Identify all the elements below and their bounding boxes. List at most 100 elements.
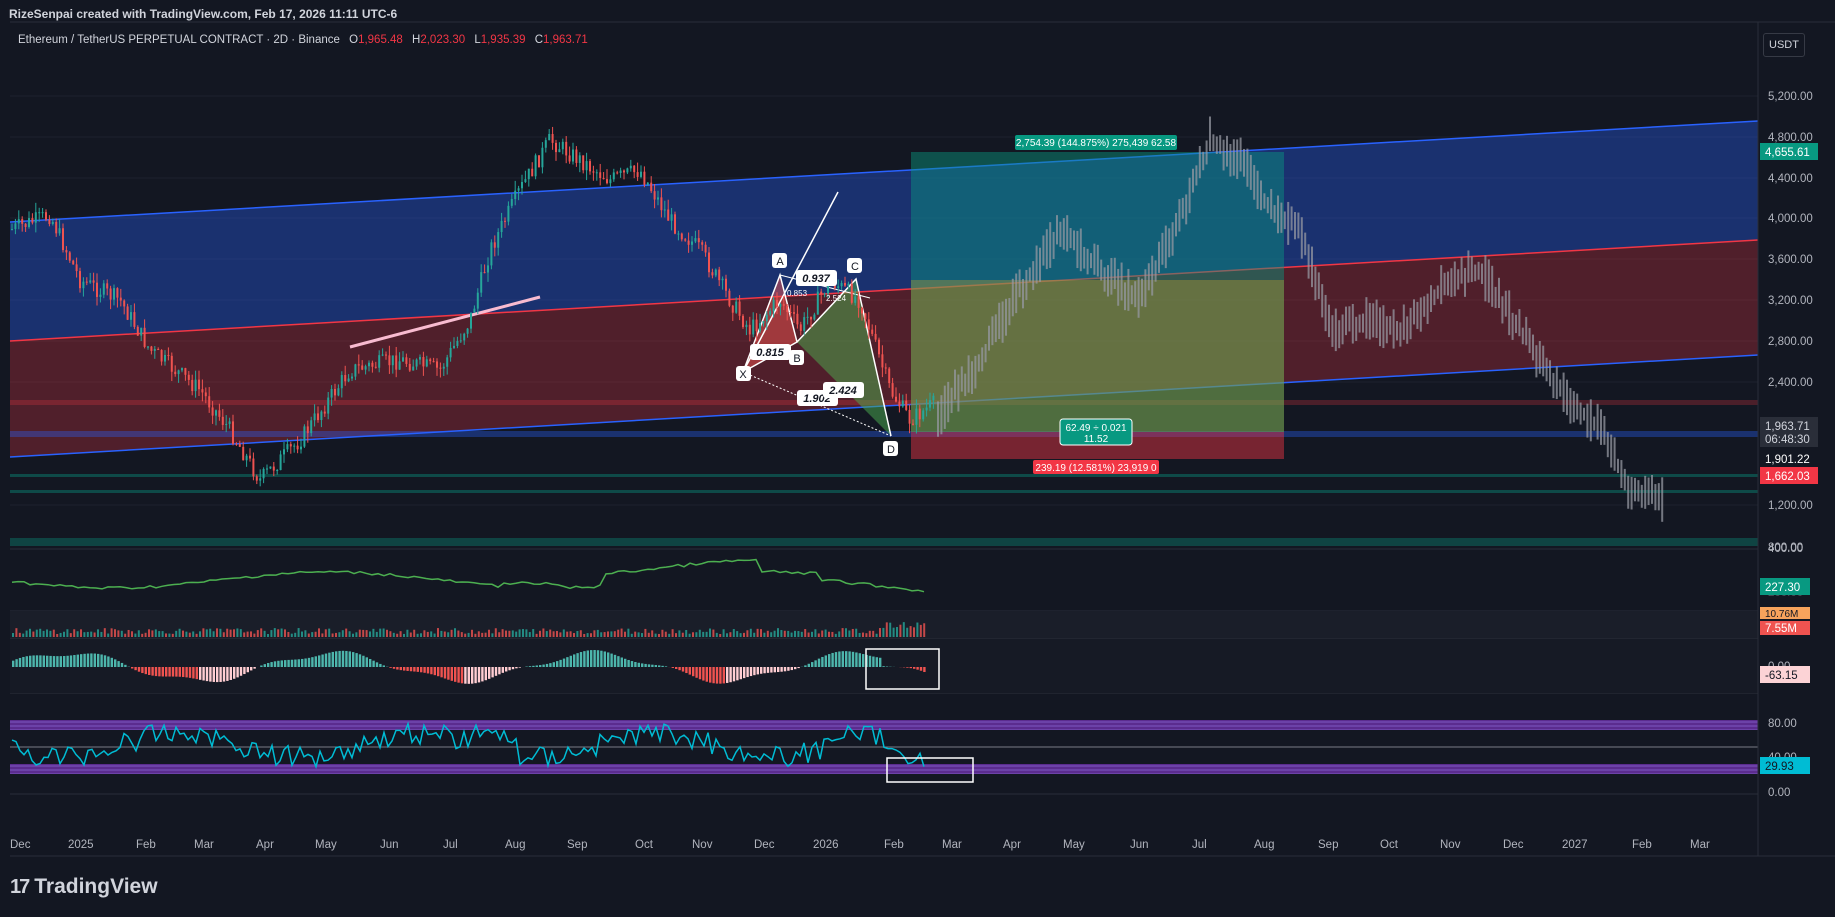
candle-body xyxy=(238,443,241,447)
volume-bar xyxy=(420,633,422,637)
candle-body xyxy=(323,411,326,414)
candle-body xyxy=(201,389,204,393)
volume-bar xyxy=(294,632,297,637)
svg-text:80.00: 80.00 xyxy=(1768,718,1797,730)
candle-body xyxy=(881,354,884,368)
candle-body xyxy=(483,272,486,274)
macd-bar xyxy=(678,667,681,671)
macd-bar xyxy=(358,654,362,667)
volume-bar xyxy=(763,632,766,637)
candle-body xyxy=(398,361,401,370)
chart-canvas[interactable]: 5,200.00 4,800.00 4,400.00 4,000.00 3,600.00… xyxy=(0,0,1835,917)
candle-body xyxy=(568,155,571,162)
time-axis-label: Sep xyxy=(1318,839,1338,851)
volume-bar xyxy=(522,629,524,637)
volume-bar xyxy=(596,629,599,637)
candle-body xyxy=(11,229,13,231)
candle-body xyxy=(901,400,904,407)
macd-bar xyxy=(749,667,753,677)
macd-bar xyxy=(501,667,504,673)
volume-bar xyxy=(307,633,310,637)
candle-body xyxy=(514,190,517,200)
candle-body xyxy=(602,177,605,180)
candle-body xyxy=(759,323,761,332)
macd-bar xyxy=(107,656,110,667)
macd-bar xyxy=(144,667,147,675)
macd-bar xyxy=(804,665,807,667)
volume-bar xyxy=(188,632,191,637)
open-value: 1,965.48 xyxy=(358,34,403,46)
volume-bar xyxy=(698,629,701,637)
volume-bar xyxy=(692,632,694,637)
macd-bar xyxy=(165,667,168,677)
candle-body xyxy=(160,350,163,362)
volume-bar xyxy=(919,624,922,637)
volume-bar xyxy=(753,632,756,637)
volume-bar xyxy=(195,633,198,637)
volume-bar xyxy=(834,633,837,637)
brand-name: TradingView xyxy=(34,875,158,898)
candle-body xyxy=(21,219,24,224)
candle-body xyxy=(650,182,653,192)
volume-bar xyxy=(18,632,21,637)
volume-bar xyxy=(42,630,45,637)
macd-bar xyxy=(848,651,851,667)
currency-selector-button[interactable]: USDT xyxy=(1763,33,1805,57)
macd-bar xyxy=(498,667,501,675)
macd-bar xyxy=(685,667,688,674)
macd-bar xyxy=(46,655,49,667)
ma-pane xyxy=(10,549,1758,611)
time-axis-label: Aug xyxy=(505,839,525,851)
volume-bar xyxy=(124,633,127,637)
svg-text:D: D xyxy=(887,444,895,456)
high-value: 2,023.30 xyxy=(420,34,466,46)
macd-bar xyxy=(178,667,181,677)
candle-body xyxy=(572,149,574,162)
candle-body xyxy=(470,312,472,329)
time-axis-label: May xyxy=(315,839,337,851)
volume-bar xyxy=(246,631,249,637)
symbol-legend[interactable]: Ethereum / TetherUS PERPETUAL CONTRACT ·… xyxy=(18,34,588,46)
volume-bar xyxy=(600,632,603,637)
volume-bar xyxy=(443,631,446,637)
volume-bar xyxy=(590,633,592,637)
macd-bar xyxy=(875,657,878,667)
volume-bar xyxy=(15,628,18,637)
macd-bar xyxy=(634,661,637,667)
macd-bar xyxy=(607,652,610,667)
macd-bar xyxy=(460,667,464,684)
svg-text:2.424: 2.424 xyxy=(828,385,857,397)
volume-bar xyxy=(457,630,460,637)
volume-bar xyxy=(437,628,439,637)
macd-bar xyxy=(440,667,443,678)
candle-body xyxy=(640,171,642,177)
volume-bar xyxy=(256,630,259,637)
volume-bar xyxy=(250,631,252,637)
macd-bar xyxy=(593,650,596,667)
volume-bar xyxy=(120,630,123,637)
volume-bar xyxy=(454,628,456,637)
volume-bar xyxy=(671,629,674,637)
candle-body xyxy=(293,445,296,447)
candle-body xyxy=(439,367,442,369)
volume-bar xyxy=(83,632,86,637)
svg-text:4,655.61: 4,655.61 xyxy=(1765,147,1810,159)
svg-text:10.76M: 10.76M xyxy=(1765,609,1798,620)
volume-bar xyxy=(212,631,215,637)
candle-body xyxy=(48,219,51,224)
candle-body xyxy=(589,161,591,172)
volume-bar xyxy=(297,628,300,637)
candle-body xyxy=(871,329,874,334)
macd-bar xyxy=(552,662,555,667)
volume-bar xyxy=(760,629,762,637)
candle-body xyxy=(96,282,98,297)
macd-bar xyxy=(736,667,739,681)
macd-bar xyxy=(307,657,311,667)
macd-bar xyxy=(413,667,416,672)
tradingview-logo[interactable]: 17 TradingView xyxy=(10,875,158,899)
macd-bar xyxy=(824,655,827,667)
macd-bar xyxy=(134,667,137,671)
volume-bar xyxy=(491,633,494,637)
candle-body xyxy=(799,324,802,331)
volume-bar xyxy=(301,631,303,637)
